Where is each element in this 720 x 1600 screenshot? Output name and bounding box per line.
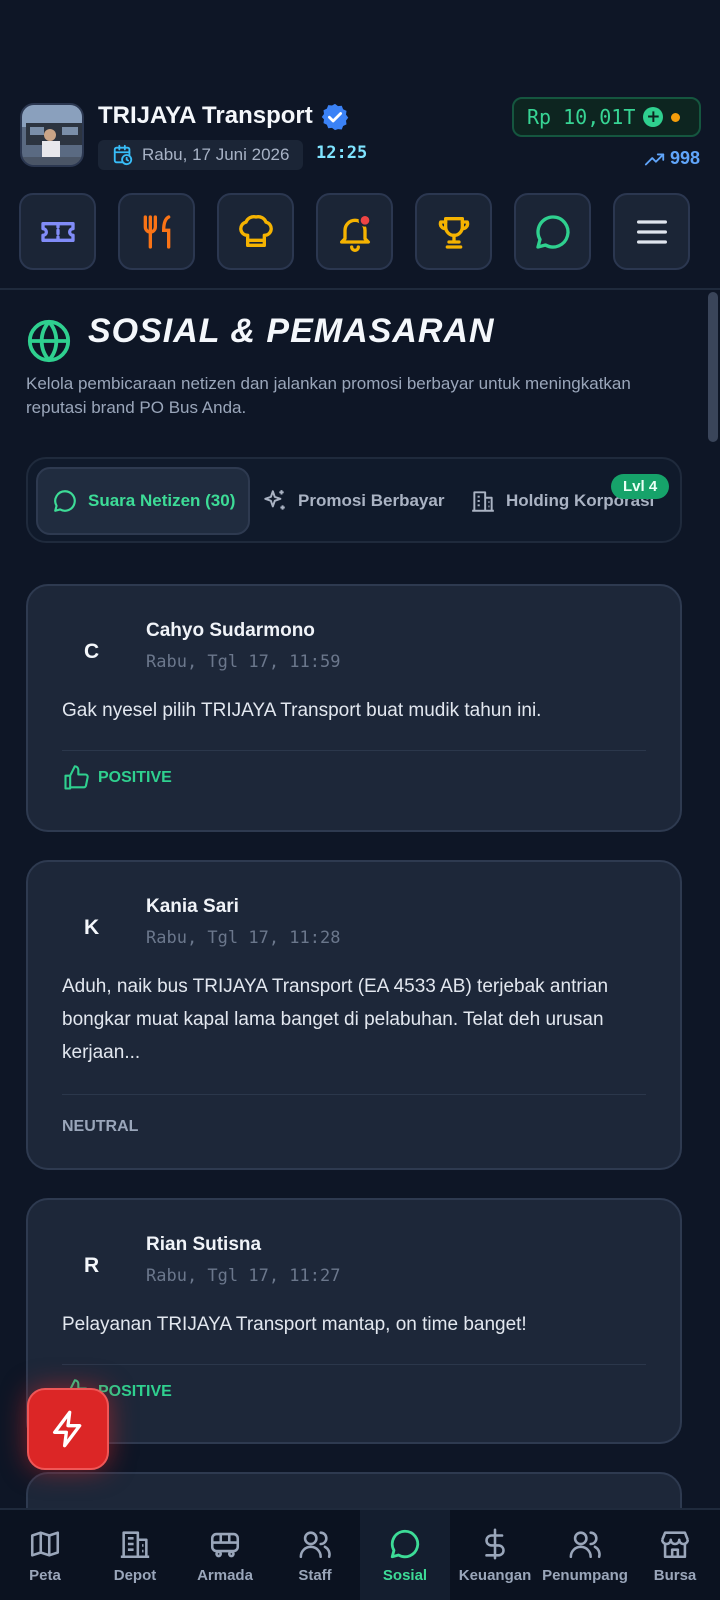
post-timestamp: Rabu, Tgl 17, 11:27 (146, 1266, 341, 1286)
nav-label: Depot (113, 1566, 157, 1584)
sentiment-label: POSITIVE (98, 769, 172, 786)
office-building-icon (472, 491, 494, 512)
users-icon (299, 1530, 331, 1558)
ticket-icon (40, 221, 75, 242)
calendar-clock-icon (113, 144, 133, 166)
netizen-post: K Kania Sari Rabu, Tgl 17, 11:28 Aduh, n… (26, 860, 682, 1170)
map-icon (30, 1530, 60, 1557)
company-name: TRIJAYA Transport (98, 102, 313, 129)
menu-button[interactable] (613, 193, 690, 270)
netizen-post: R Rian Sutisna Rabu, Tgl 17, 11:27 Pelay… (26, 1198, 682, 1444)
sparkles-icon (264, 490, 285, 510)
dollar-icon (485, 1528, 505, 1559)
sentiment-label: NEUTRAL (62, 1118, 139, 1135)
status-dot (671, 112, 681, 122)
post-message: Aduh, naik bus TRIJAYA Transport (EA 453… (62, 976, 609, 1063)
netizen-post (26, 1472, 682, 1508)
post-timestamp: Rabu, Tgl 17, 11:28 (146, 928, 341, 948)
avatar-initial: R (84, 1254, 100, 1277)
tickets-button[interactable] (19, 193, 96, 270)
nav-label: Penumpang (542, 1566, 628, 1584)
bell-icon (339, 213, 371, 252)
nav-staff[interactable]: Staff (270, 1510, 360, 1600)
tab-bar: Suara Netizen (30) Promosi Berbayar Hold… (26, 457, 682, 543)
messages-button[interactable] (514, 193, 591, 270)
company-avatar[interactable] (20, 103, 84, 167)
building-icon (120, 1530, 150, 1558)
lightning-icon (53, 1410, 82, 1448)
reputation-value: 998 (669, 148, 700, 168)
notifications-button[interactable] (316, 193, 393, 270)
nav-keuangan[interactable]: Keuangan (450, 1510, 540, 1600)
post-author: Rian Sutisna (146, 1234, 262, 1255)
nav-label: Armada (197, 1566, 253, 1584)
post-author: Kania Sari (146, 896, 239, 917)
thumbs-up-icon (64, 765, 89, 790)
divider (62, 1364, 646, 1365)
chat-icon (390, 1529, 420, 1558)
post-message: Gak nyesel pilih TRIJAYA Transport buat … (62, 700, 542, 721)
verified-icon (321, 103, 349, 131)
bottom-navigation: Peta Depot Armada Staff Sosial Keuangan … (0, 1508, 720, 1600)
store-icon (660, 1530, 690, 1558)
date-pill: Rabu, 17 Juni 2026 (98, 140, 303, 170)
balance-display[interactable]: Rp 10,01T + (512, 97, 701, 137)
globe-icon (27, 319, 71, 363)
tab-label: Suara Netizen (30) (88, 491, 236, 510)
chat-icon (54, 490, 76, 512)
achievements-button[interactable] (415, 193, 492, 270)
post-author: Cahyo Sudarmono (146, 620, 315, 641)
nav-label: Bursa (653, 1566, 697, 1584)
current-date: Rabu, 17 Juni 2026 (142, 145, 290, 164)
level-badge: Lvl 4 (611, 474, 670, 499)
tab-promosi-berbayar[interactable]: Promosi Berbayar (262, 467, 444, 535)
menu-icon (636, 219, 667, 244)
avatar-initial: C (84, 640, 100, 663)
main-content: SOSIAL & PEMASARAN Kelola pembicaraan ne… (0, 292, 720, 1508)
sentiment-label: POSITIVE (98, 1383, 172, 1400)
chef-button[interactable] (217, 193, 294, 270)
post-timestamp: Rabu, Tgl 17, 11:59 (146, 652, 341, 672)
reputation-stat: 998 (644, 148, 700, 169)
trophy-icon (438, 216, 469, 249)
trend-up-icon (644, 153, 665, 165)
netizen-post: C Cahyo Sudarmono Rabu, Tgl 17, 11:59 Ga… (26, 584, 682, 832)
utensils-icon (143, 214, 170, 249)
nav-bursa[interactable]: Bursa (630, 1510, 720, 1600)
passengers-icon (569, 1530, 601, 1558)
current-time: 12:25 (316, 143, 368, 163)
sentiment-badge: POSITIVE (62, 764, 172, 792)
food-button[interactable] (118, 193, 195, 270)
bus-icon (210, 1532, 240, 1557)
avatar-initial: K (84, 916, 100, 939)
nav-label: Sosial (382, 1566, 428, 1584)
add-funds-button[interactable]: + (643, 107, 664, 127)
chat-icon (535, 214, 570, 249)
nav-depot[interactable]: Depot (90, 1510, 180, 1600)
nav-label: Peta (29, 1566, 61, 1584)
nav-penumpang[interactable]: Penumpang (540, 1510, 630, 1600)
quick-action-button[interactable] (27, 1388, 109, 1470)
tab-suara-netizen[interactable]: Suara Netizen (30) (36, 467, 250, 535)
chef-hat-icon (238, 214, 273, 247)
nav-sosial[interactable]: Sosial (360, 1510, 450, 1600)
sentiment-badge: NEUTRAL (62, 1118, 138, 1136)
balance-amount: Rp 10,01T (527, 105, 636, 129)
divider (62, 750, 646, 751)
post-message: Pelayanan TRIJAYA Transport mantap, on t… (62, 1314, 527, 1335)
section-description: Kelola pembicaraan netizen dan jalankan … (26, 374, 631, 417)
nav-label: Staff (298, 1566, 332, 1584)
nav-peta[interactable]: Peta (0, 1510, 90, 1600)
nav-label: Keuangan (458, 1566, 532, 1584)
top-header: TRIJAYA Transport Rabu, 17 Juni 2026 12:… (0, 0, 720, 290)
divider (62, 1094, 646, 1095)
section-title: SOSIAL & PEMASARAN (88, 312, 495, 350)
nav-armada[interactable]: Armada (180, 1510, 270, 1600)
tab-label: Promosi Berbayar (298, 491, 445, 510)
